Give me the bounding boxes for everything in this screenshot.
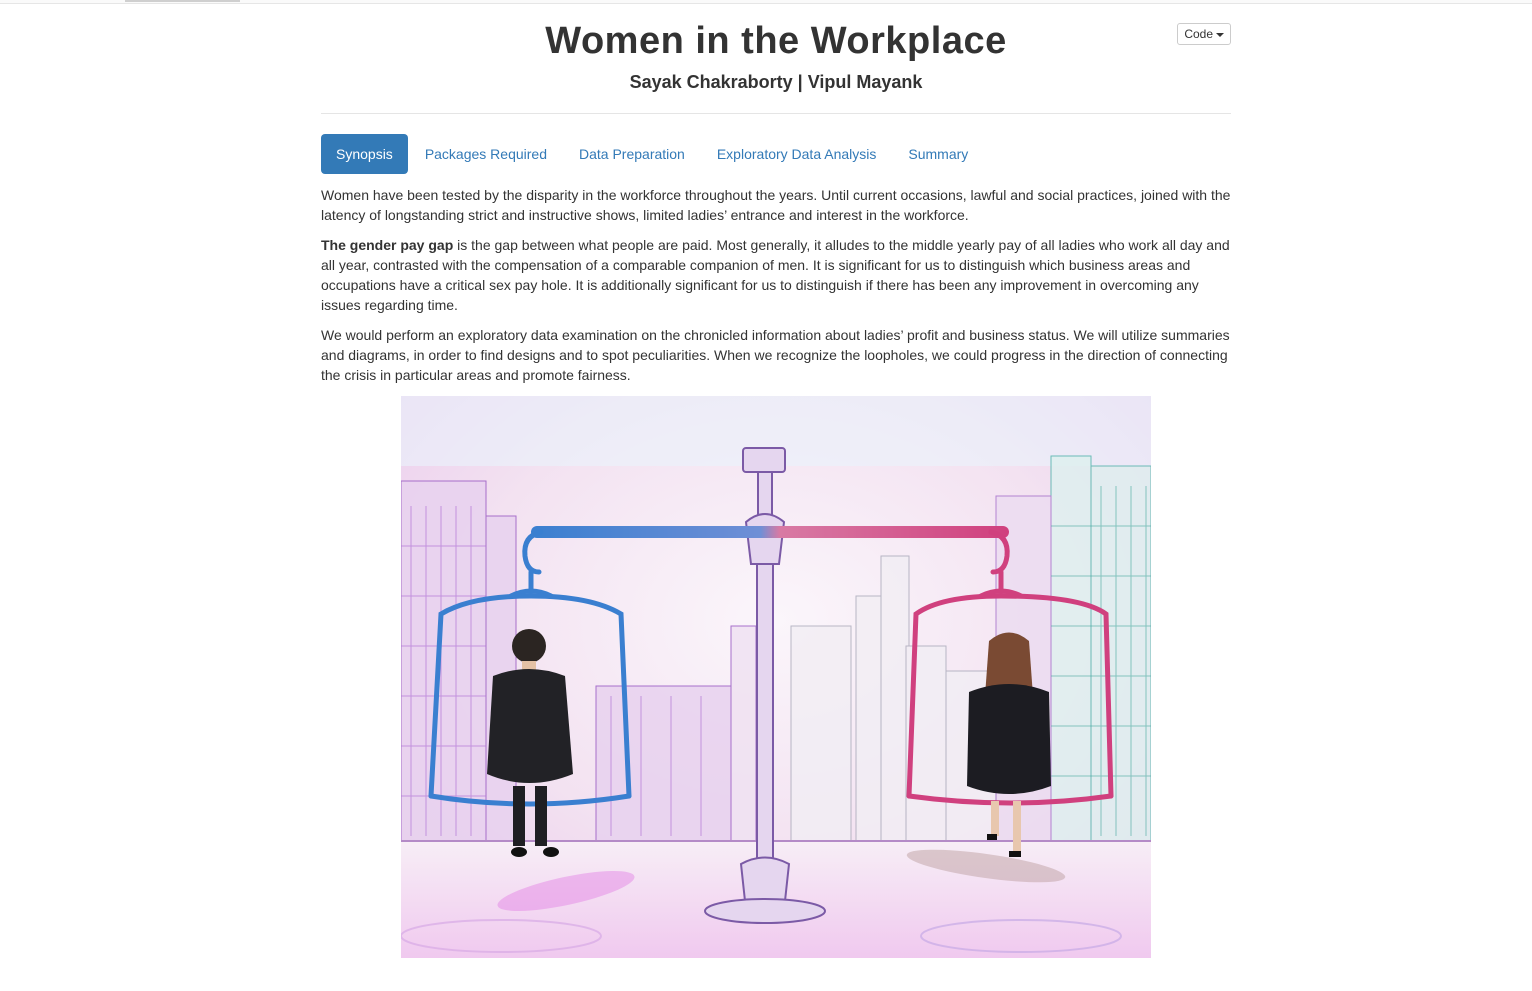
gender-pay-gap-term: The gender pay gap — [321, 237, 454, 253]
page-authors: Sayak Chakraborty | Vipul Mayank — [629, 72, 923, 92]
synopsis-paragraph-1: Women have been tested by the disparity … — [321, 187, 1231, 223]
synopsis-paragraph-2-text: is the gap between what people are paid.… — [321, 237, 1230, 313]
section-tabs: Synopsis Packages Required Data Preparat… — [321, 134, 983, 174]
caret-down-icon — [1216, 32, 1224, 37]
code-dropdown-button[interactable]: Code — [1177, 23, 1231, 45]
tab-exploratory-data-analysis[interactable]: Exploratory Data Analysis — [702, 134, 892, 174]
gender-scale-illustration — [401, 396, 1151, 958]
balance-scale-image — [401, 396, 1151, 958]
synopsis-paragraph-3: We would perform an exploratory data exa… — [321, 327, 1230, 383]
tab-data-preparation[interactable]: Data Preparation — [564, 134, 700, 174]
code-button-label: Code — [1184, 27, 1213, 41]
scroll-tab-indicator — [125, 0, 240, 2]
synopsis-paragraph-2: The gender pay gap is the gap between wh… — [321, 235, 1231, 315]
synopsis-content: Women have been tested by the disparity … — [321, 185, 1231, 958]
tab-packages-required[interactable]: Packages Required — [410, 134, 562, 174]
main-container: Women in the Workplace Sayak Chakraborty… — [321, 0, 1231, 958]
page-title: Women in the Workplace — [545, 20, 1007, 62]
tab-summary[interactable]: Summary — [893, 134, 983, 174]
tab-synopsis[interactable]: Synopsis — [321, 134, 408, 174]
page-header: Women in the Workplace Sayak Chakraborty… — [321, 0, 1231, 114]
